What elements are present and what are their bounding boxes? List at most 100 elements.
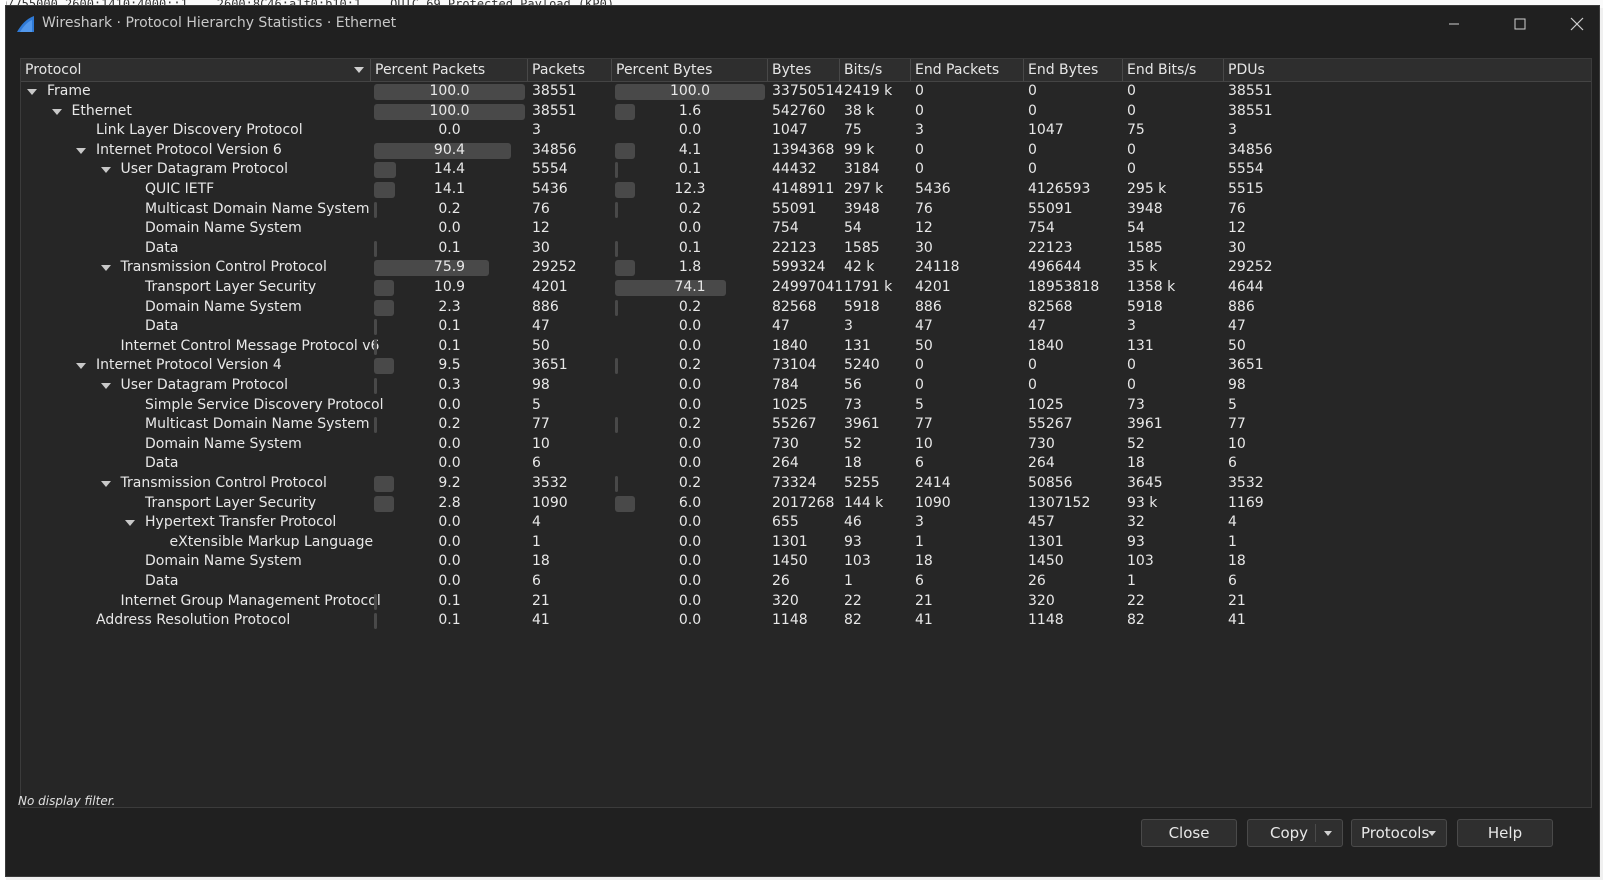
- tree-row[interactable]: Internet Protocol Version 4 9.5 0.2 3651 731…: [21, 356, 1591, 376]
- tree-row[interactable]: Domain Name System 0.0 0.0 10 730 52 10 730 52 10: [21, 435, 1591, 455]
- expand-arrow-icon[interactable]: [51, 108, 62, 115]
- tree-row[interactable]: Internet Group Management Protocol 0.1 0.0…: [21, 592, 1591, 612]
- packets-cell: 10: [532, 435, 550, 452]
- expand-arrow-icon[interactable]: [76, 363, 86, 370]
- pdus-cell: 98: [1228, 377, 1246, 393]
- tree-row[interactable]: Frame 100.0 100.0 38551 33750514 2419 k 0 0 0 385…: [21, 82, 1591, 102]
- tree-row[interactable]: Hypertext Transfer Protocol 0.0 0.0 4 655 46 3…: [21, 513, 1591, 533]
- tree-row[interactable]: Address Resolution Protocol 0.1 0.0 41 1148 8…: [21, 611, 1591, 631]
- tree-row[interactable]: QUIC IETF 14.1 12.3 5436 4148911 297 k 5436 412…: [21, 180, 1591, 200]
- percent-packets-value: 0.1: [438, 592, 461, 609]
- tree-row[interactable]: Domain Name System 0.0 0.0 18 1450 103 18 1450 1…: [21, 552, 1591, 572]
- bits-s-cell: 5918: [844, 298, 880, 315]
- protocol-tree[interactable]: Protocol Percent Packets Packets Percent…: [20, 58, 1592, 808]
- packets-cell: 38551: [532, 83, 577, 99]
- percent-packets-cell: 0.0: [371, 121, 528, 141]
- protocol-name: Internet Protocol Version 6: [96, 141, 282, 158]
- tree-row[interactable]: Domain Name System 0.0 0.0 12 754 54 12 754 54 12: [21, 219, 1591, 239]
- tree-row[interactable]: Data 0.1 0.1 30 22123 1585 30 22123 1585 30: [21, 239, 1591, 259]
- bits-s-cell: 297 k: [844, 181, 884, 197]
- expand-arrow-icon[interactable]: [76, 147, 86, 154]
- tree-row[interactable]: Transmission Control Protocol 75.9 1.8 2925…: [21, 258, 1591, 278]
- end-bits-s-cell: 1585: [1127, 239, 1163, 256]
- percent-packets-value: 0.0: [438, 573, 461, 589]
- maximize-button[interactable]: [1497, 10, 1543, 38]
- bytes-cell: 599324: [772, 259, 826, 276]
- protocols-button[interactable]: Protocols: [1351, 819, 1447, 847]
- title-bar[interactable]: Wireshark · Protocol Hierarchy Statistic…: [6, 6, 1599, 42]
- tree-row[interactable]: Transport Layer Security 2.8 6.0 1090 201726…: [21, 494, 1591, 514]
- percent-bytes-value: 0.0: [678, 592, 702, 609]
- col-percent-bytes[interactable]: Percent Bytes: [612, 59, 768, 81]
- bytes-cell: 73324: [772, 475, 817, 491]
- protocol-name: Multicast Domain Name System: [145, 416, 370, 433]
- tree-row[interactable]: Data 0.0 0.0 6 264 18 6 264 18 6: [21, 454, 1591, 474]
- protocol-name: Link Layer Discovery Protocol: [96, 122, 303, 139]
- end-bits-s-cell: 1358 k: [1127, 279, 1176, 295]
- tree-row[interactable]: eXtensible Markup Language 0.0 0.0 1 1301 93 1…: [21, 533, 1591, 553]
- tree-row[interactable]: Multicast Domain Name System 0.2 0.2 76 5509…: [21, 200, 1591, 220]
- percent-bytes-cell: 0.2: [612, 415, 768, 435]
- tree-row[interactable]: Simple Service Discovery Protocol 0.0 0.0 5…: [21, 396, 1591, 416]
- col-bits-s[interactable]: Bits/s: [840, 59, 911, 81]
- packets-cell: 1090: [532, 494, 568, 511]
- col-packets[interactable]: Packets: [528, 59, 612, 81]
- close-window-button[interactable]: [1554, 10, 1600, 38]
- copy-button[interactable]: Copy: [1247, 819, 1343, 847]
- end-packets-cell: 41: [915, 612, 933, 629]
- tree-row[interactable]: Data 0.1 0.0 47 47 3 47 47 3 47: [21, 317, 1591, 337]
- expand-arrow-icon[interactable]: [27, 89, 37, 95]
- end-bits-s-cell: 3645: [1127, 475, 1163, 491]
- tree-row[interactable]: Multicast Domain Name System 0.2 0.2 77 5526…: [21, 415, 1591, 435]
- protocol-name: Domain Name System: [145, 553, 302, 570]
- minimize-button[interactable]: [1431, 10, 1477, 38]
- protocol-name: Data: [145, 318, 179, 335]
- percent-bytes-cell: 0.0: [612, 219, 768, 239]
- expand-arrow-icon[interactable]: [100, 383, 111, 389]
- col-end-bits-s[interactable]: End Bits/s: [1123, 59, 1224, 81]
- tree-row[interactable]: Internet Control Message Protocol v6 0.1 0…: [21, 337, 1591, 357]
- packets-cell: 5554: [532, 161, 568, 178]
- tree-row[interactable]: User Datagram Protocol 14.4 0.1 5554 44432 31…: [21, 160, 1591, 180]
- bytes-cell: 655: [772, 514, 799, 531]
- packets-cell: 29252: [532, 259, 577, 276]
- expand-arrow-icon[interactable]: [100, 167, 111, 174]
- end-packets-cell: 50: [915, 337, 933, 354]
- expand-arrow-icon[interactable]: [125, 520, 135, 527]
- col-end-bytes[interactable]: End Bytes: [1024, 59, 1123, 81]
- col-end-packets[interactable]: End Packets: [911, 59, 1024, 81]
- expand-arrow-icon[interactable]: [100, 265, 111, 272]
- tree-row[interactable]: Ethernet 100.0 1.6 38551 542760 38 k 0 0 0 38551: [21, 102, 1591, 122]
- percent-bytes-value: 1.6: [678, 102, 702, 119]
- tree-row[interactable]: Domain Name System 2.3 0.2 886 82568 5918 886 8…: [21, 298, 1591, 318]
- percent-bytes-cell: 0.1: [612, 239, 768, 259]
- tree-row[interactable]: Transport Layer Security 10.9 74.1 4201 2499…: [21, 278, 1591, 298]
- col-protocol[interactable]: Protocol: [21, 59, 371, 81]
- tree-row[interactable]: Link Layer Discovery Protocol 0.0 0.0 3 1047…: [21, 121, 1591, 141]
- protocol-name: Transport Layer Security: [145, 279, 317, 295]
- tree-row[interactable]: Transmission Control Protocol 9.2 0.2 3532 7…: [21, 474, 1591, 494]
- tree-row[interactable]: Internet Protocol Version 6 90.4 4.1 34856 1…: [21, 141, 1591, 161]
- packets-cell: 5436: [532, 181, 568, 197]
- end-packets-cell: 0: [915, 357, 924, 374]
- close-button[interactable]: Close: [1141, 819, 1237, 847]
- tree-row[interactable]: User Datagram Protocol 0.3 0.0 98 784 56 0 0 0 98: [21, 376, 1591, 396]
- col-bytes[interactable]: Bytes: [768, 59, 840, 81]
- col-percent-packets[interactable]: Percent Packets: [371, 59, 528, 81]
- percent-packets-cell: 90.4: [371, 141, 528, 161]
- copy-split-divider: [1315, 824, 1316, 842]
- packets-cell: 5: [532, 396, 541, 413]
- expand-arrow-icon[interactable]: [100, 481, 111, 487]
- percent-packets-value: 2.3: [438, 298, 461, 315]
- protocol-cell: Simple Service Discovery Protocol: [21, 396, 383, 416]
- help-button[interactable]: Help: [1457, 819, 1553, 847]
- end-packets-cell: 76: [915, 200, 933, 217]
- protocol-cell: Internet Control Message Protocol v6: [21, 337, 380, 357]
- protocol-cell: Hypertext Transfer Protocol: [21, 513, 371, 533]
- packets-cell: 1: [532, 533, 541, 550]
- percent-bytes-value: 0.0: [678, 337, 702, 354]
- end-packets-cell: 6: [915, 455, 924, 472]
- col-pdus[interactable]: PDUs: [1224, 59, 1591, 81]
- copy-dropdown-icon[interactable]: [1324, 831, 1332, 836]
- tree-row[interactable]: Data 0.0 0.0 6 26 1 6 26 1 6: [21, 572, 1591, 592]
